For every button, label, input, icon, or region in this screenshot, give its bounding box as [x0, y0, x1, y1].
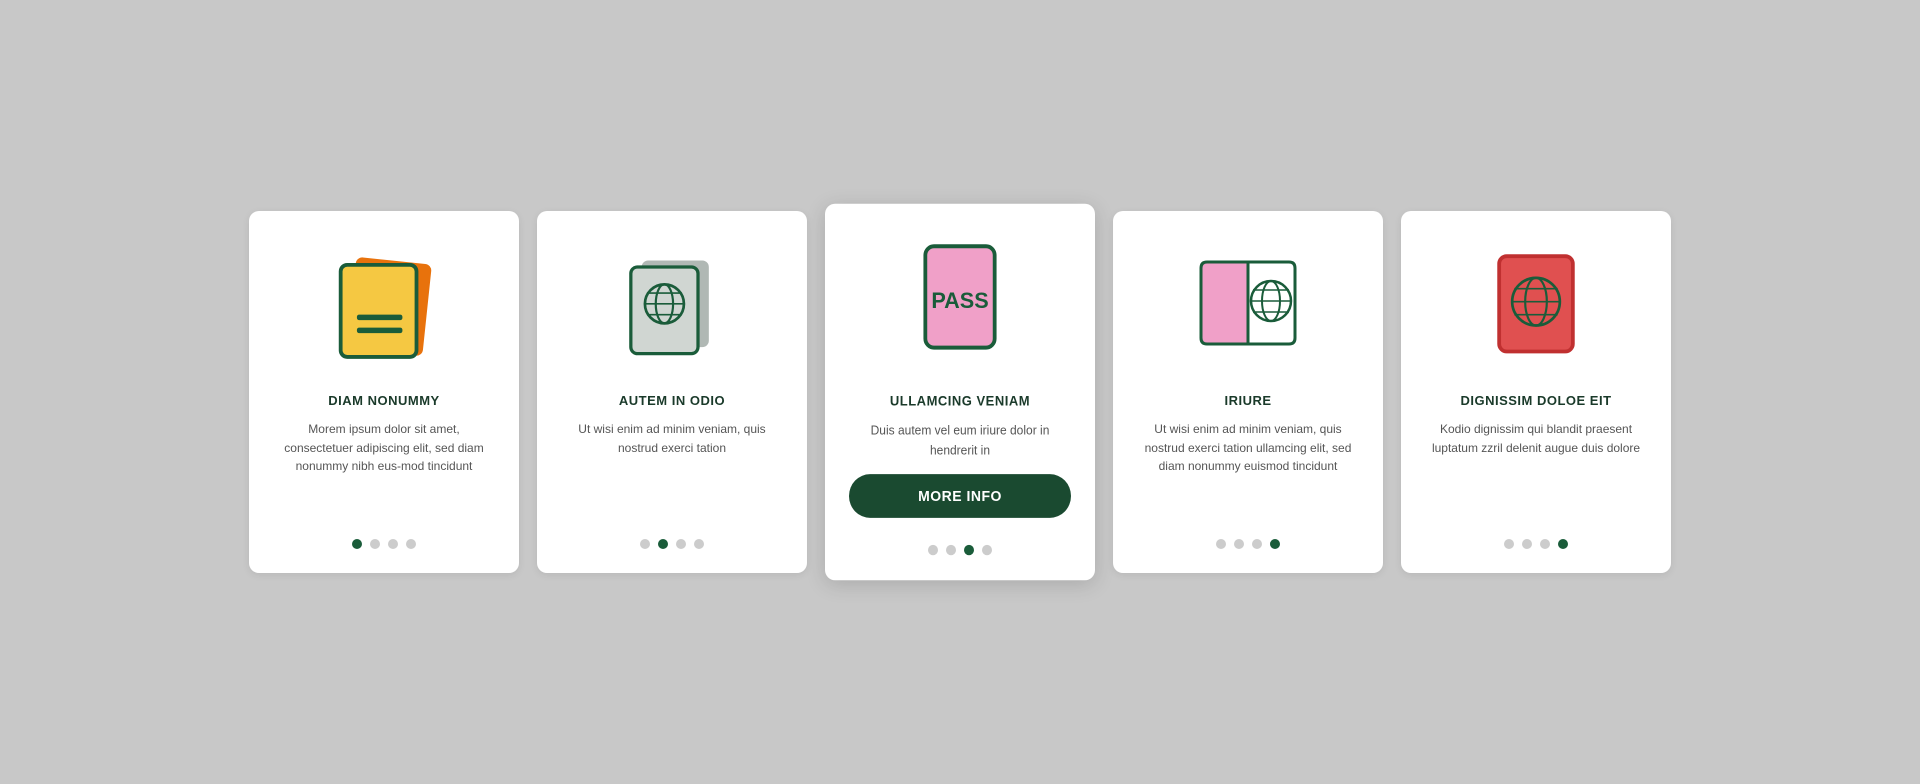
passport-red-icon	[1471, 241, 1601, 371]
dot-4[interactable]	[694, 539, 704, 549]
card-text: Morem ipsum dolor sit amet, consectetuer…	[273, 420, 495, 517]
card-title: DIGNISSIM DOLOE EIT	[1460, 393, 1611, 408]
dot-3[interactable]	[1540, 539, 1550, 549]
dot-1[interactable]	[1504, 539, 1514, 549]
card-text: Ut wisi enim ad minim veniam, quis nostr…	[1137, 420, 1359, 517]
dot-3[interactable]	[1252, 539, 1262, 549]
card-title: AUTEM IN ODIO	[619, 393, 725, 408]
dot-1[interactable]	[928, 545, 938, 555]
svg-text:PASS: PASS	[931, 288, 988, 313]
dot-2[interactable]	[1522, 539, 1532, 549]
dot-1[interactable]	[352, 539, 362, 549]
dot-2[interactable]	[658, 539, 668, 549]
pagination-dots	[640, 539, 704, 549]
card-title: DIAM NONUMMY	[328, 393, 439, 408]
dot-3[interactable]	[964, 545, 974, 555]
card-2: AUTEM IN ODIO Ut wisi enim ad minim venia…	[537, 211, 807, 573]
passport-pink-icon: PASS	[895, 235, 1025, 370]
dot-2[interactable]	[1234, 539, 1244, 549]
dot-4[interactable]	[1558, 539, 1568, 549]
pagination-dots	[1504, 539, 1568, 549]
card-4: IRIURE Ut wisi enim ad minim veniam, quis…	[1113, 211, 1383, 573]
dot-2[interactable]	[946, 545, 956, 555]
documents-icon	[319, 241, 449, 371]
card-1: DIAM NONUMMY Morem ipsum dolor sit amet, …	[249, 211, 519, 573]
pagination-dots	[928, 545, 992, 555]
dot-4[interactable]	[1270, 539, 1280, 549]
pagination-dots	[352, 539, 416, 549]
passport-gray-icon	[607, 241, 737, 371]
passport-open-icon	[1183, 241, 1313, 371]
dot-1[interactable]	[640, 539, 650, 549]
card-title: ULLAMCING VENIAM	[890, 393, 1030, 409]
cards-container: DIAM NONUMMY Morem ipsum dolor sit amet, …	[189, 171, 1731, 613]
dot-4[interactable]	[982, 545, 992, 555]
dot-1[interactable]	[1216, 539, 1226, 549]
card-text: Duis autem vel eum iriure dolor in hendr…	[849, 421, 1071, 460]
card-3: PASS ULLAMCING VENIAM Duis autem vel eum …	[825, 204, 1095, 581]
card-5: DIGNISSIM DOLOE EIT Kodio dignissim qui b…	[1401, 211, 1671, 573]
dot-3[interactable]	[676, 539, 686, 549]
dot-4[interactable]	[406, 539, 416, 549]
more-info-button[interactable]: MORE INFO	[849, 474, 1071, 518]
card-text: Ut wisi enim ad minim veniam, quis nostr…	[561, 420, 783, 517]
pagination-dots	[1216, 539, 1280, 549]
dot-2[interactable]	[370, 539, 380, 549]
dot-3[interactable]	[388, 539, 398, 549]
card-text: Kodio dignissim qui blandit praesent lup…	[1425, 420, 1647, 517]
card-title: IRIURE	[1224, 393, 1271, 408]
